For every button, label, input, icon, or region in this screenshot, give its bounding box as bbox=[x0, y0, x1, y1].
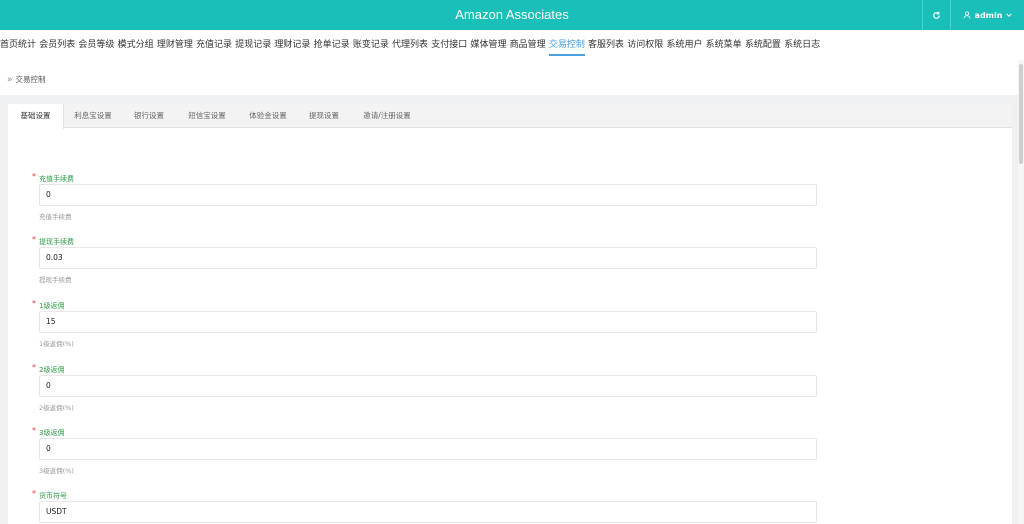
tab-basic-settings[interactable]: 基础设置 bbox=[8, 104, 64, 129]
level3-commission-input[interactable]: 0 bbox=[39, 438, 817, 460]
level1-commission-input[interactable]: 15 bbox=[39, 311, 817, 333]
refresh-icon bbox=[933, 11, 940, 19]
menu-item[interactable]: 首页统计 bbox=[0, 36, 36, 56]
withdraw-fee-input[interactable]: 0.03 bbox=[39, 247, 817, 269]
menu-item[interactable]: 提现记录 bbox=[235, 36, 271, 56]
field-label: 2级返佣 bbox=[39, 366, 65, 374]
username: admin bbox=[974, 10, 1003, 20]
user-icon bbox=[963, 11, 970, 19]
menu-item[interactable]: 交易控制 bbox=[548, 36, 585, 56]
menu-item[interactable]: 系统日志 bbox=[784, 36, 820, 56]
field-label: 货币符号 bbox=[39, 492, 67, 500]
required-marker: * bbox=[32, 172, 36, 181]
tab-bank-settings[interactable]: 银行设置 bbox=[122, 104, 176, 128]
field-hint: 充值手续费 bbox=[39, 213, 72, 221]
menu-item[interactable]: 访问权限 bbox=[627, 36, 663, 56]
menu-item[interactable]: 媒体管理 bbox=[470, 36, 506, 56]
menu-item[interactable]: 代理列表 bbox=[392, 36, 428, 56]
field-label: 提现手续费 bbox=[39, 238, 74, 246]
currency-symbol-input[interactable]: USDT bbox=[39, 501, 817, 523]
tab-invite-register-settings[interactable]: 邀请/注册设置 bbox=[350, 104, 424, 128]
app-title: Amazon Associates bbox=[455, 7, 569, 22]
top-header: Amazon Associates admin bbox=[0, 0, 1024, 30]
tab-withdraw-settings[interactable]: 提现设置 bbox=[298, 104, 350, 128]
required-marker: * bbox=[32, 235, 36, 244]
menu-item[interactable]: 客服列表 bbox=[588, 36, 624, 56]
scrollbar-thumb[interactable] bbox=[1019, 64, 1023, 164]
settings-tabs: 基础设置 利息宝设置 银行设置 短信宝设置 体验金设置 提现设置 邀请/注册设置 bbox=[8, 104, 1012, 129]
menu-item[interactable]: 账变记录 bbox=[353, 36, 389, 56]
recharge-fee-input[interactable]: 0 bbox=[39, 184, 817, 206]
field-hint: 1级返佣(%) bbox=[39, 340, 74, 348]
required-marker: * bbox=[32, 426, 36, 435]
field-label: 3级返佣 bbox=[39, 429, 65, 437]
field-hint: 2级返佣(%) bbox=[39, 404, 74, 412]
menu-item[interactable]: 系统用户 bbox=[666, 36, 702, 56]
menu-item[interactable]: 抢单记录 bbox=[314, 36, 350, 56]
tab-trial-fund-settings[interactable]: 体验金设置 bbox=[238, 104, 298, 128]
menu-item[interactable]: 商品管理 bbox=[510, 36, 546, 56]
double-chevron-icon: » bbox=[7, 74, 13, 85]
field-label: 1级返佣 bbox=[39, 302, 65, 310]
user-menu[interactable]: admin bbox=[950, 0, 1024, 30]
level2-commission-input[interactable]: 0 bbox=[39, 375, 817, 397]
breadcrumb: » 交易控制 bbox=[7, 74, 46, 85]
menu-item[interactable]: 会员列表 bbox=[39, 36, 75, 56]
menu-item[interactable]: 模式分组 bbox=[118, 36, 154, 56]
required-marker: * bbox=[32, 363, 36, 372]
tab-interest-settings[interactable]: 利息宝设置 bbox=[64, 104, 122, 128]
menu-item[interactable]: 会员等级 bbox=[78, 36, 114, 56]
chevron-down-icon bbox=[1006, 13, 1013, 17]
breadcrumb-current: 交易控制 bbox=[15, 75, 46, 84]
menu-item[interactable]: 系统配置 bbox=[745, 36, 781, 56]
settings-card: 基础设置 利息宝设置 银行设置 短信宝设置 体验金设置 提现设置 邀请/注册设置… bbox=[8, 104, 1012, 524]
menu-item[interactable]: 支付接口 bbox=[431, 36, 467, 56]
menu-item[interactable]: 理财记录 bbox=[274, 36, 310, 56]
field-label: 充值手续费 bbox=[39, 175, 74, 183]
required-marker: * bbox=[32, 299, 36, 308]
tab-sms-settings[interactable]: 短信宝设置 bbox=[176, 104, 238, 128]
required-marker: * bbox=[32, 489, 36, 498]
field-hint: 3级返佣(%) bbox=[39, 467, 74, 475]
main-menu: 首页统计 会员列表 会员等级 模式分组 理财管理 充值记录 提现记录 理财记录 抢单记录 账变记录… bbox=[0, 36, 1018, 58]
menu-item[interactable]: 充值记录 bbox=[196, 36, 232, 56]
menu-item[interactable]: 系统菜单 bbox=[706, 36, 742, 56]
refresh-button[interactable] bbox=[922, 0, 950, 30]
page-scrollbar[interactable] bbox=[1018, 60, 1024, 524]
field-hint: 提现手续费 bbox=[39, 276, 72, 284]
menu-item[interactable]: 理财管理 bbox=[157, 36, 193, 56]
